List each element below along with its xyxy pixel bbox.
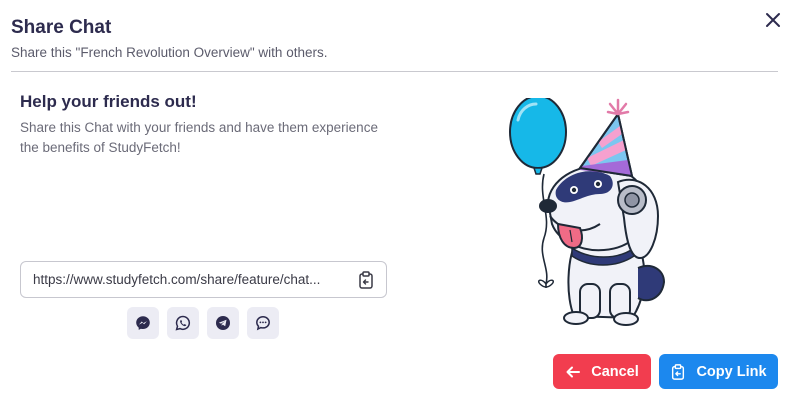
- clipboard-copy-icon: [672, 363, 685, 380]
- close-button[interactable]: [762, 9, 784, 31]
- close-icon: [766, 13, 780, 27]
- share-telegram-button[interactable]: [207, 307, 239, 339]
- whatsapp-icon: [175, 315, 191, 331]
- telegram-icon: [216, 316, 230, 330]
- cancel-button[interactable]: Cancel: [553, 354, 651, 389]
- content-heading: Help your friends out!: [20, 92, 197, 111]
- dialog-subtitle: Share this "French Revolution Overview" …: [11, 45, 328, 60]
- share-sms-button[interactable]: [247, 307, 279, 339]
- dialog-title: Share Chat: [11, 17, 112, 38]
- copy-link-button[interactable]: Copy Link: [659, 354, 778, 389]
- copy-link-label: Copy Link: [696, 363, 767, 380]
- arrow-left-icon: [566, 366, 581, 377]
- share-icons-row: [127, 307, 279, 339]
- share-chat-dialog: Share Chat Share this "French Revolution…: [0, 0, 795, 405]
- messenger-icon: [136, 316, 150, 330]
- share-messenger-button[interactable]: [127, 307, 159, 339]
- content-description: Share this Chat with your friends and ha…: [20, 120, 378, 155]
- sms-icon: [256, 316, 270, 331]
- clipboard-copy-icon[interactable]: [358, 271, 374, 289]
- party-dog-illustration: [509, 98, 666, 326]
- share-whatsapp-button[interactable]: [167, 307, 199, 339]
- share-link-field[interactable]: https://www.studyfetch.com/share/feature…: [20, 261, 387, 298]
- divider: [11, 71, 778, 72]
- cancel-label: Cancel: [591, 363, 639, 380]
- share-link-text: https://www.studyfetch.com/share/feature…: [33, 272, 321, 287]
